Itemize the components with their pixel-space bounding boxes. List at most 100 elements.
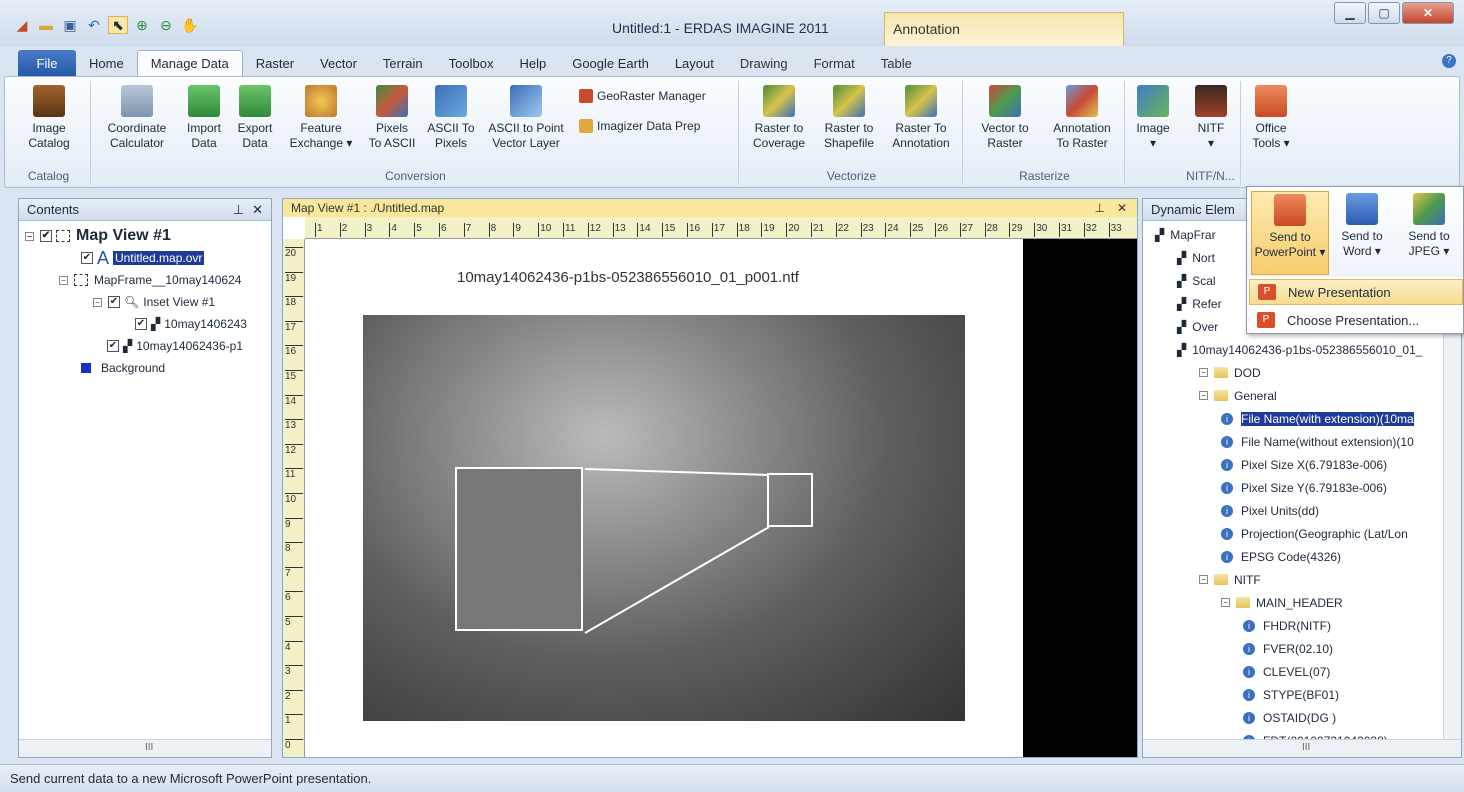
dynamic-tree-item[interactable]: i Projection(Geographic (Lat/Lon (1143, 522, 1461, 545)
collapse-icon[interactable]: − (59, 275, 68, 285)
tab-toolbox[interactable]: Toolbox (436, 50, 507, 76)
raster-to-shapefile-button[interactable]: Raster to Shapefile (815, 83, 883, 151)
tab-format[interactable]: Format (801, 50, 868, 76)
export-data-button[interactable]: Export Data (231, 83, 279, 151)
ruler-tick-label: 7 (285, 566, 303, 579)
office-tools-button[interactable]: Office Tools ▾ (1247, 83, 1295, 151)
checkbox[interactable]: ✔ (108, 296, 120, 308)
dynamic-tree-label: Pixel Units(dd) (1241, 503, 1320, 518)
georaster-manager-button[interactable]: GeoRaster Manager (579, 89, 706, 103)
tab-help[interactable]: Help (506, 50, 559, 76)
dynamic-tree-item[interactable]: i EPSG Code(4326) (1143, 545, 1461, 568)
ruler-tick-label: 26 (935, 223, 948, 237)
tab-vector[interactable]: Vector (307, 50, 370, 76)
undo-icon[interactable]: ↶ (84, 16, 104, 34)
close-button[interactable]: ✕ (1402, 2, 1454, 24)
send-to-word-button[interactable]: Send to Word ▾ (1331, 191, 1393, 259)
close-panel-icon[interactable]: ✕ (1117, 201, 1127, 215)
dynamic-tree-item[interactable]: i STYPE(BF01) (1143, 683, 1461, 706)
dynamic-tree-item[interactable]: i FHDR(NITF) (1143, 614, 1461, 637)
tree-item-raster-inset[interactable]: ✔ ▞ 10may1406243 (19, 313, 271, 335)
raster-to-coverage-button[interactable]: Raster to Coverage (745, 83, 813, 151)
collapse-icon[interactable]: − (25, 231, 34, 241)
ascii-to-point-button[interactable]: ASCII to Point Vector Layer (481, 83, 571, 151)
tab-raster[interactable]: Raster (243, 50, 307, 76)
zoom-out-icon[interactable]: ⊖ (156, 16, 176, 34)
select-pointer-icon[interactable]: ⬉ (108, 16, 128, 34)
send-to-powerpoint-button[interactable]: Send to PowerPoint ▾ (1251, 191, 1329, 275)
dynamic-tree-item[interactable]: i File Name(with extension)(10ma (1143, 407, 1461, 430)
ascii-to-pixels-button[interactable]: ASCII To Pixels (423, 83, 479, 151)
tab-google-earth[interactable]: Google Earth (559, 50, 662, 76)
ruler-tick-label: 12 (587, 223, 601, 237)
close-panel-icon[interactable]: ✕ (252, 202, 263, 218)
dynamic-tree-item[interactable]: ▞ 10may14062436-p1bs-052386556010_01_ (1143, 338, 1461, 361)
menu-item-choose-presentation[interactable]: P Choose Presentation... (1249, 307, 1463, 333)
tree-item-raster[interactable]: ✔ ▞ 10may14062436-p1 (19, 335, 271, 357)
dynamic-tree-item[interactable]: i CLEVEL(07) (1143, 660, 1461, 683)
tree-item-background[interactable]: Background (19, 357, 271, 379)
import-data-button[interactable]: Import Data (179, 83, 229, 151)
save-icon[interactable]: ▣ (60, 16, 80, 34)
coordinate-calculator-button[interactable]: Coordinate Calculator (97, 83, 177, 151)
tab-home[interactable]: Home (76, 50, 137, 76)
checkbox[interactable]: ✔ (135, 318, 147, 330)
dynamic-tree-item[interactable]: i Pixel Units(dd) (1143, 499, 1461, 522)
tree-item-label: 10may1406243 (164, 317, 247, 331)
app-icon[interactable]: ◢ (12, 16, 32, 34)
tree-item-annotation-layer[interactable]: ✔ A Untitled.map.ovr (19, 247, 271, 269)
open-folder-icon[interactable]: ▬ (36, 16, 56, 34)
tab-layout[interactable]: Layout (662, 50, 727, 76)
collapse-icon[interactable]: − (1199, 368, 1208, 377)
maximize-button[interactable]: ▢ (1368, 2, 1400, 24)
annotation-to-raster-button[interactable]: Annotation To Raster (1043, 83, 1121, 151)
checkbox[interactable]: ✔ (81, 252, 93, 264)
dynamic-tree-item[interactable]: i File Name(without extension)(10 (1143, 430, 1461, 453)
raster-to-annotation-button[interactable]: Raster To Annotation (885, 83, 957, 151)
dynamic-tree-item[interactable]: i FVER(02.10) (1143, 637, 1461, 660)
collapse-icon[interactable]: − (1199, 575, 1208, 584)
tab-drawing[interactable]: Drawing (727, 50, 801, 76)
tab-file[interactable]: File (18, 50, 76, 76)
dynamic-tree-item[interactable]: i Pixel Size Y(6.79183e-006) (1143, 476, 1461, 499)
feature-exchange-button[interactable]: Feature Exchange ▾ (281, 83, 361, 151)
minimize-button[interactable]: ▁ (1334, 2, 1366, 24)
dynamic-tree-item[interactable]: i OSTAID(DG ) (1143, 706, 1461, 729)
pin-icon[interactable]: ⊥ (233, 202, 244, 218)
image-catalog-button[interactable]: Image Catalog (13, 83, 85, 151)
menu-item-new-presentation[interactable]: P New Presentation (1249, 279, 1463, 305)
tree-item-inset-view[interactable]: − ✔ 🔍︎ Inset View #1 (19, 291, 271, 313)
dynamic-tree-item[interactable]: − NITF (1143, 568, 1461, 591)
checkbox[interactable]: ✔ (107, 340, 119, 352)
map-canvas[interactable]: 10may14062436-p1bs-052386556010_01_p001.… (305, 239, 1137, 757)
map-title[interactable]: 10may14062436-p1bs-052386556010_01_p001.… (457, 269, 799, 286)
tree-item-mapframe[interactable]: − MapFrame__10may140624 (19, 269, 271, 291)
checkbox[interactable]: ✔ (40, 230, 52, 242)
dynamic-tree-item[interactable]: − General (1143, 384, 1461, 407)
help-icon[interactable]: ? (1442, 54, 1456, 68)
tab-manage-data[interactable]: Manage Data (136, 50, 243, 76)
tab-table[interactable]: Table (868, 50, 925, 76)
send-to-jpeg-button[interactable]: Send to JPEG ▾ (1397, 191, 1461, 259)
dynamic-tree-item[interactable]: i Pixel Size X(6.79183e-006) (1143, 453, 1461, 476)
imagizer-data-prep-button[interactable]: Imagizer Data Prep (579, 119, 700, 133)
info-icon: i (1221, 550, 1233, 563)
collapse-icon[interactable]: − (1199, 391, 1208, 400)
collapse-icon[interactable]: − (1221, 598, 1230, 607)
satellite-image[interactable] (363, 315, 965, 721)
nitf-button[interactable]: NITF ▾ (1187, 83, 1235, 151)
tab-terrain[interactable]: Terrain (370, 50, 436, 76)
collapse-icon[interactable]: − (93, 297, 102, 307)
zoom-in-icon[interactable]: ⊕ (132, 16, 152, 34)
powerpoint-icon (1255, 85, 1287, 117)
image-button[interactable]: Image ▾ (1131, 83, 1175, 151)
vector-to-raster-button[interactable]: Vector to Raster (969, 83, 1041, 151)
tree-item-map-view[interactable]: − ✔ Map View #1 (19, 225, 271, 247)
pixels-to-ascii-button[interactable]: Pixels To ASCII (363, 83, 421, 151)
pan-icon[interactable]: ✋ (180, 16, 200, 34)
horizontal-scrollbar[interactable]: III (1143, 739, 1461, 757)
pin-icon[interactable]: ⊥ (1095, 201, 1105, 215)
horizontal-scrollbar[interactable]: III (19, 739, 271, 757)
dynamic-tree-item[interactable]: − DOD (1143, 361, 1461, 384)
dynamic-tree-item[interactable]: − MAIN_HEADER (1143, 591, 1461, 614)
